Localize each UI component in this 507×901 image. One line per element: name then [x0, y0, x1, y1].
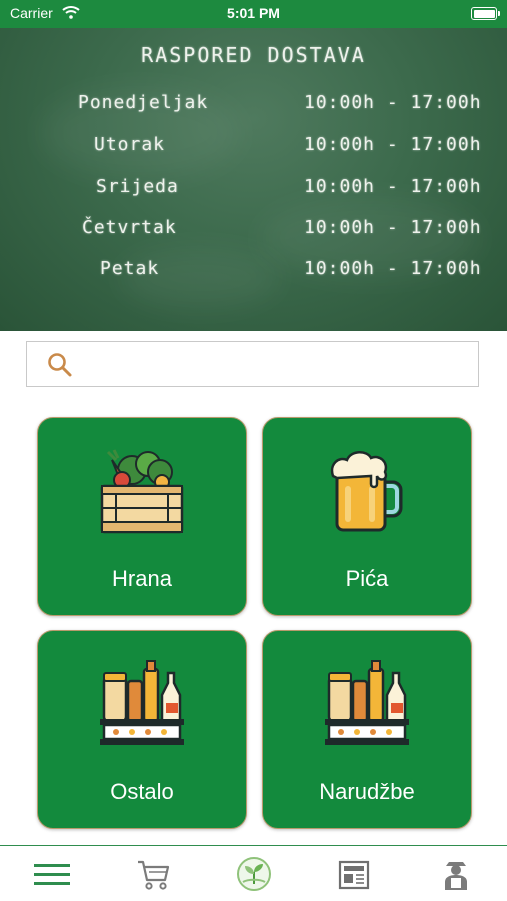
category-label: Narudžbe	[319, 779, 415, 804]
category-label: Hrana	[112, 566, 172, 591]
vegetable-crate-icon	[100, 449, 184, 534]
schedule-hours: 10:00h - 17:00h	[304, 176, 482, 197]
bottom-tab-bar	[0, 845, 507, 901]
search-icon	[48, 353, 72, 377]
nav-menu[interactable]	[32, 854, 72, 894]
groceries-shelf-icon	[325, 660, 409, 745]
search-input[interactable]	[87, 350, 471, 380]
category-tile-pica[interactable]: Pića	[262, 417, 472, 616]
schedule-hours: 10:00h - 17:00h	[304, 134, 482, 155]
status-bar: Carrier 5:01 PM	[0, 0, 507, 28]
nav-profile[interactable]	[436, 854, 476, 894]
category-tile-hrana[interactable]: Hrana	[37, 417, 247, 616]
schedule-day: Utorak	[94, 134, 166, 155]
nav-cart[interactable]	[134, 854, 174, 894]
hamburger-menu-icon	[34, 864, 70, 885]
schedule-hours: 10:00h - 17:00h	[304, 92, 482, 113]
category-tile-ostalo[interactable]: Ostalo	[37, 630, 247, 829]
shopping-cart-icon	[138, 860, 170, 890]
farmer-icon	[445, 862, 467, 890]
category-label: Ostalo	[110, 779, 174, 804]
battery-icon	[471, 7, 500, 20]
schedule-day: Srijeda	[96, 176, 179, 197]
groceries-shelf-icon	[100, 660, 184, 745]
clock: 5:01 PM	[227, 5, 280, 21]
schedule-hours: 10:00h - 17:00h	[304, 258, 482, 279]
schedule-day: Četvrtak	[82, 217, 177, 238]
category-label: Pića	[345, 566, 389, 591]
sprout-icon	[237, 857, 271, 891]
search-bar[interactable]	[26, 341, 479, 387]
schedule-hours: 10:00h - 17:00h	[304, 217, 482, 238]
schedule-day: Ponedjeljak	[78, 92, 209, 113]
nav-news[interactable]	[334, 854, 374, 894]
newspaper-icon	[338, 860, 370, 890]
delivery-schedule-board: RASPORED DOSTAVA Ponedjeljak 10:00h - 17…	[0, 28, 507, 331]
schedule-day: Petak	[100, 258, 160, 279]
schedule-title: RASPORED DOSTAVA	[141, 43, 366, 67]
category-tile-narudzbe[interactable]: Narudžbe	[262, 630, 472, 829]
nav-home[interactable]	[234, 854, 274, 894]
beer-mug-icon	[330, 451, 403, 532]
